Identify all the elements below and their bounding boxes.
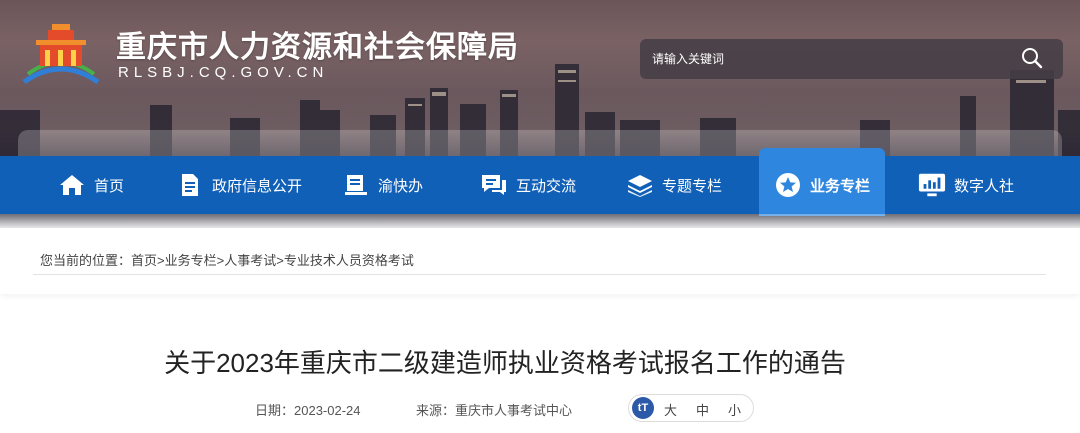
text-size-icon: tT [632, 397, 654, 419]
nav-item-gov-info[interactable]: 政府信息公开 [176, 156, 302, 214]
nav-item-label: 首页 [94, 177, 125, 195]
breadcrumb-prefix: 您当前的位置： [40, 253, 132, 268]
bureau-logo-icon [22, 24, 100, 85]
nav-item-label: 渝快办 [378, 177, 424, 195]
nav-item-label: 专题专栏 [662, 177, 723, 195]
star-icon [774, 171, 802, 199]
layers-icon [626, 171, 654, 199]
search-icon[interactable] [1020, 46, 1044, 70]
chat-icon [480, 171, 508, 199]
article-date: 日期：2023-02-24 [255, 400, 361, 419]
source-value: 重庆市人事考试中心 [455, 403, 573, 418]
page: 重庆市人力资源和社会保障局 RLSBJ.CQ.GOV.CN 首页 政府信息公开 … [0, 0, 1080, 433]
nav-item-special-topics[interactable]: 专题专栏 [626, 156, 722, 214]
monitor-chart-icon [918, 171, 946, 199]
nav-item-interaction[interactable]: 互动交流 [480, 156, 576, 214]
font-size-small-button[interactable]: 小 [728, 400, 741, 419]
nav-item-label: 业务专栏 [810, 177, 871, 195]
article-title: 关于2023年重庆市二级建造师执业资格考试报名工作的通告 [164, 348, 846, 378]
breadcrumb-separator: > [276, 253, 284, 268]
book-icon [342, 171, 370, 199]
breadcrumb-link[interactable]: 首页 [131, 253, 157, 268]
search-box [640, 39, 1063, 79]
nav-item-business[interactable]: 业务专栏 [774, 156, 870, 214]
nav-item-label: 政府信息公开 [212, 177, 303, 195]
nav-item-label: 互动交流 [516, 177, 577, 195]
nav-item-yukuaiban[interactable]: 渝快办 [342, 156, 423, 214]
breadcrumb-link[interactable]: 专业技术人员资格考试 [284, 253, 414, 268]
date-value: 2023-02-24 [294, 403, 361, 418]
source-label: 来源： [416, 403, 456, 418]
article-source: 来源：重庆市人事考试中心 [416, 400, 572, 419]
breadcrumb-link[interactable]: 人事考试 [224, 253, 276, 268]
nav-item-label: 数字人社 [954, 177, 1015, 195]
font-size-switcher: tT 大 中 小 [628, 394, 754, 422]
search-input[interactable] [652, 39, 1012, 79]
font-size-large-button[interactable]: 大 [664, 400, 677, 419]
breadcrumb-link[interactable]: 业务专栏 [165, 253, 217, 268]
document-icon [176, 171, 204, 199]
home-icon [58, 171, 86, 199]
divider [33, 274, 1046, 275]
font-size-medium-button[interactable]: 中 [696, 400, 709, 419]
date-label: 日期： [255, 403, 295, 418]
nav-item-home[interactable]: 首页 [58, 156, 124, 214]
site-domain: RLSBJ.CQ.GOV.CN [118, 64, 329, 81]
breadcrumb-separator: > [157, 253, 165, 268]
site-title: 重庆市人力资源和社会保障局 [116, 31, 519, 64]
nav-item-digital-hr[interactable]: 数字人社 [918, 156, 1014, 214]
breadcrumb: 您当前的位置：首页>业务专栏>人事考试>专业技术人员资格考试 [40, 250, 414, 269]
